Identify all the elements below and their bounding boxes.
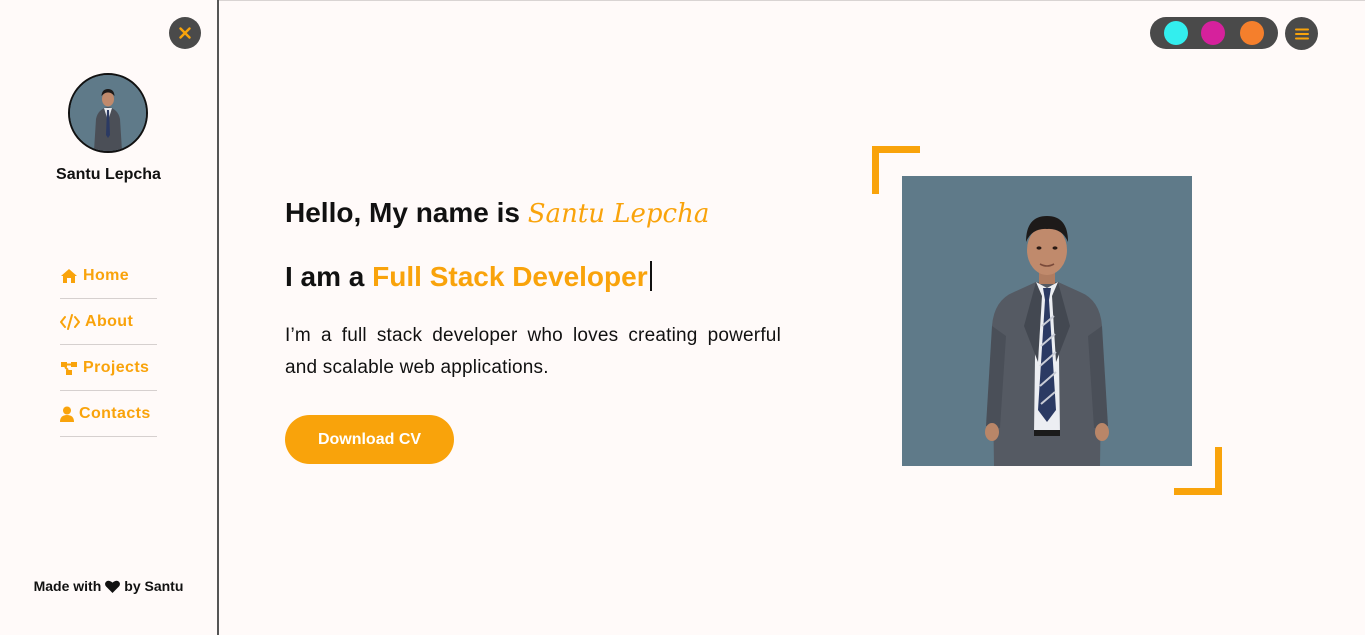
sidebar: Santu Lepcha Home About Projects Contact… — [0, 0, 219, 635]
close-sidebar-button[interactable] — [169, 17, 201, 49]
footer-suffix: by Santu — [124, 578, 184, 594]
home-icon — [61, 268, 77, 283]
footer-prefix: Made with — [33, 578, 102, 594]
heart-icon — [105, 580, 121, 593]
theme-color-switcher — [1150, 17, 1278, 49]
role-prefix: I am a — [285, 261, 365, 292]
theme-color-orange[interactable] — [1240, 21, 1264, 45]
hero-name: Santu Lepcha — [527, 199, 710, 229]
sidebar-item-label: About — [85, 312, 134, 330]
download-cv-button[interactable]: Download CV — [285, 415, 454, 464]
menu-toggle-button[interactable] — [1285, 17, 1318, 50]
footer-credit: Made with by Santu — [0, 578, 217, 594]
role-title: Full Stack Developer — [372, 261, 648, 292]
frame-corner-bottom-right-vertical — [1215, 447, 1222, 495]
profile-name: Santu Lepcha — [56, 166, 161, 183]
project-diagram-icon — [61, 361, 77, 375]
hero-description: I’m a full stack developer who loves cre… — [285, 325, 781, 378]
sidebar-item-home[interactable]: Home — [60, 253, 157, 299]
greeting-text: Hello, My name is — [285, 197, 520, 228]
theme-color-magenta[interactable] — [1201, 21, 1225, 45]
sidebar-item-label: Home — [83, 266, 130, 284]
typing-cursor — [649, 261, 652, 291]
frame-corner-top-left — [872, 146, 920, 153]
sidebar-item-about[interactable]: About — [60, 299, 157, 345]
theme-color-cyan[interactable] — [1164, 21, 1188, 45]
sidebar-item-label: Contacts — [79, 404, 151, 422]
sidebar-item-projects[interactable]: Projects — [60, 345, 157, 391]
hamburger-icon — [1294, 28, 1309, 39]
frame-corner-top-left-vertical — [872, 146, 879, 194]
code-icon — [60, 313, 80, 330]
hero-role: I am a Full Stack Developer — [285, 261, 652, 293]
profile-photo — [902, 176, 1192, 466]
avatar — [68, 73, 148, 153]
sidebar-item-contacts[interactable]: Contacts — [60, 391, 157, 437]
sidebar-nav: Home About Projects Contacts — [60, 253, 157, 437]
sidebar-item-label: Projects — [83, 358, 150, 376]
hero-greeting: Hello, My name is Santu Lepcha — [285, 197, 709, 229]
user-icon — [60, 406, 74, 422]
close-icon — [179, 27, 191, 39]
